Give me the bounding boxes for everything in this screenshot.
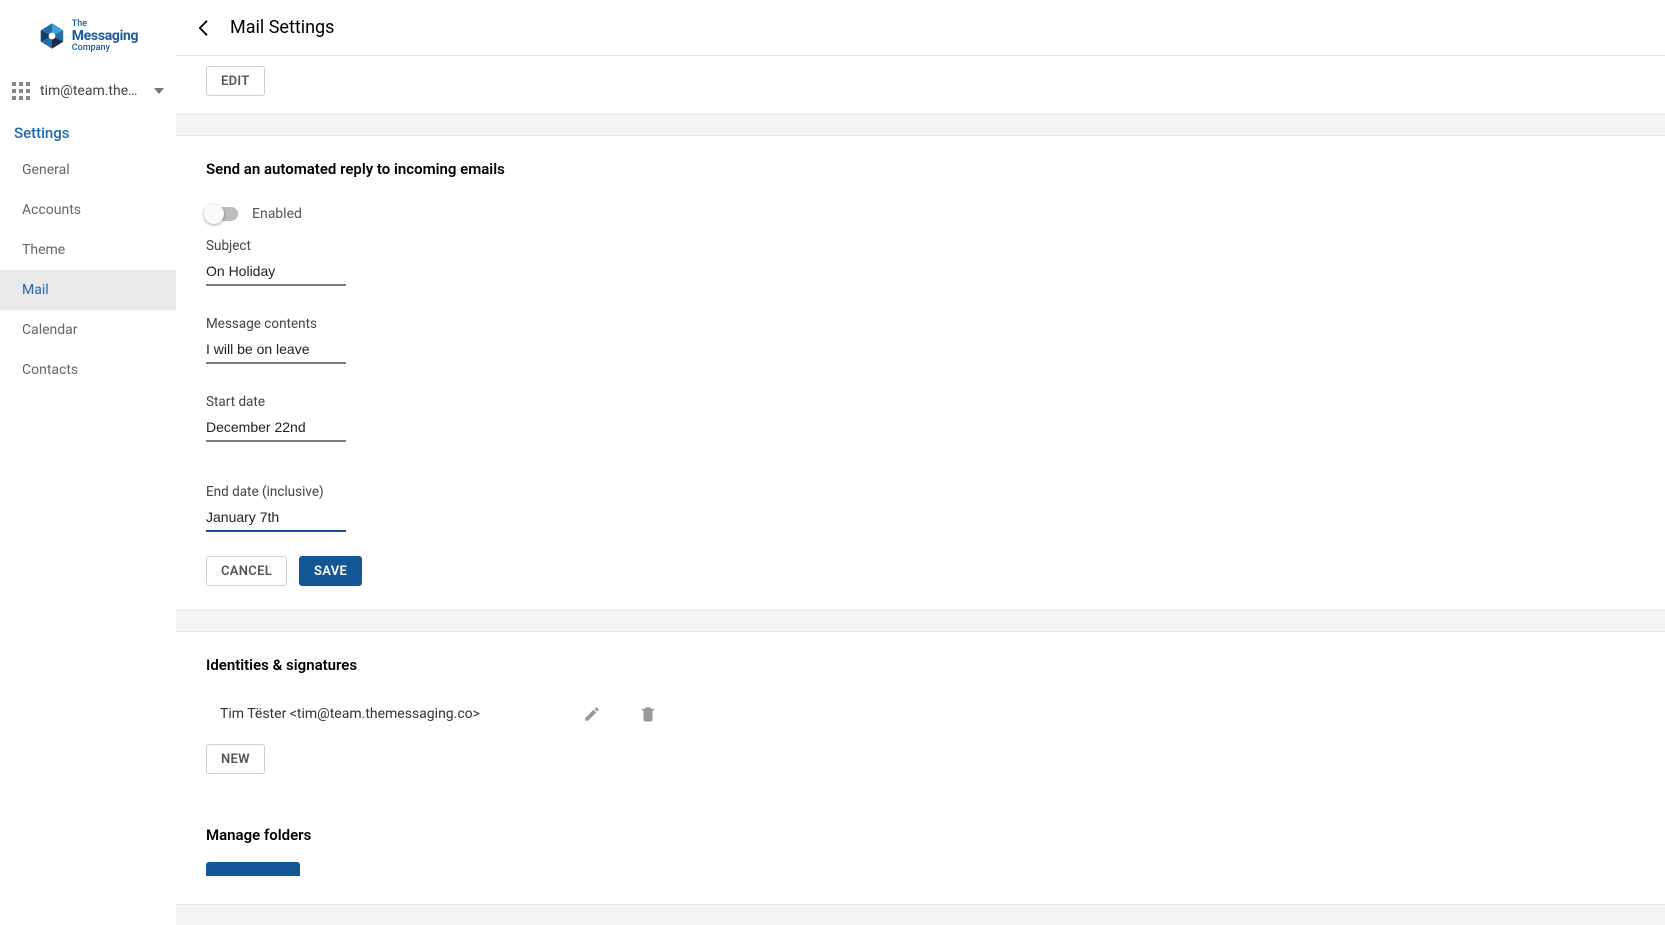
account-email: tim@team.the… (40, 83, 144, 99)
panel-top-cutoff: EDIT (176, 56, 1665, 115)
start-date-label: Start date (206, 394, 546, 410)
edit-identity-button[interactable] (578, 700, 606, 728)
panel-auto-reply: Send an automated reply to incoming emai… (176, 135, 1665, 611)
account-selector[interactable]: tim@team.the… (0, 72, 176, 110)
save-button[interactable]: SAVE (299, 556, 362, 586)
subject-input[interactable] (206, 260, 346, 286)
sidebar-item-contacts[interactable]: Contacts (0, 350, 176, 390)
logo-text-messaging: Messaging (72, 29, 139, 43)
delete-identity-button[interactable] (634, 700, 662, 728)
chevron-down-icon (154, 86, 164, 96)
edit-button[interactable]: EDIT (206, 66, 265, 96)
enabled-label: Enabled (252, 206, 302, 222)
page-title: Mail Settings (230, 17, 334, 38)
logo-text-company: Company (72, 43, 139, 53)
logo: The Messaging Company (0, 0, 176, 72)
pencil-icon (583, 705, 601, 723)
sidebar-item-general[interactable]: General (0, 150, 176, 190)
enabled-toggle[interactable] (206, 207, 238, 221)
chevron-left-icon (194, 18, 214, 38)
settings-heading: Settings (0, 110, 176, 150)
trash-icon (639, 705, 657, 723)
back-button[interactable] (188, 12, 220, 44)
page-header: Mail Settings (176, 0, 1665, 56)
end-date-label: End date (inclusive) (206, 484, 546, 500)
sidebar: The Messaging Company tim@team.the… Sett… (0, 0, 176, 925)
message-input[interactable] (206, 338, 346, 364)
identity-row: Tim Tëster <tim@team.themessaging.co> (206, 690, 1635, 744)
start-date-input[interactable] (206, 416, 346, 442)
sidebar-item-accounts[interactable]: Accounts (0, 190, 176, 230)
manage-folders-button-cutoff[interactable] (206, 862, 300, 876)
apps-grid-icon (12, 82, 30, 100)
message-label: Message contents (206, 316, 546, 332)
identity-text: Tim Tëster <tim@team.themessaging.co> (220, 706, 550, 722)
auto-reply-title: Send an automated reply to incoming emai… (206, 136, 1635, 194)
sidebar-item-calendar[interactable]: Calendar (0, 310, 176, 350)
subject-label: Subject (206, 238, 546, 254)
sidebar-item-theme[interactable]: Theme (0, 230, 176, 270)
content-scroll[interactable]: EDIT Send an automated reply to incoming… (176, 56, 1665, 925)
manage-folders-title: Manage folders (206, 802, 1635, 852)
identities-title: Identities & signatures (206, 632, 1635, 690)
logo-icon (38, 22, 66, 50)
sidebar-item-mail[interactable]: Mail (0, 270, 176, 310)
new-identity-button[interactable]: NEW (206, 744, 265, 774)
end-date-input[interactable] (206, 506, 346, 532)
panel-identities: Identities & signatures Tim Tëster <tim@… (176, 631, 1665, 905)
cancel-button[interactable]: CANCEL (206, 556, 287, 586)
